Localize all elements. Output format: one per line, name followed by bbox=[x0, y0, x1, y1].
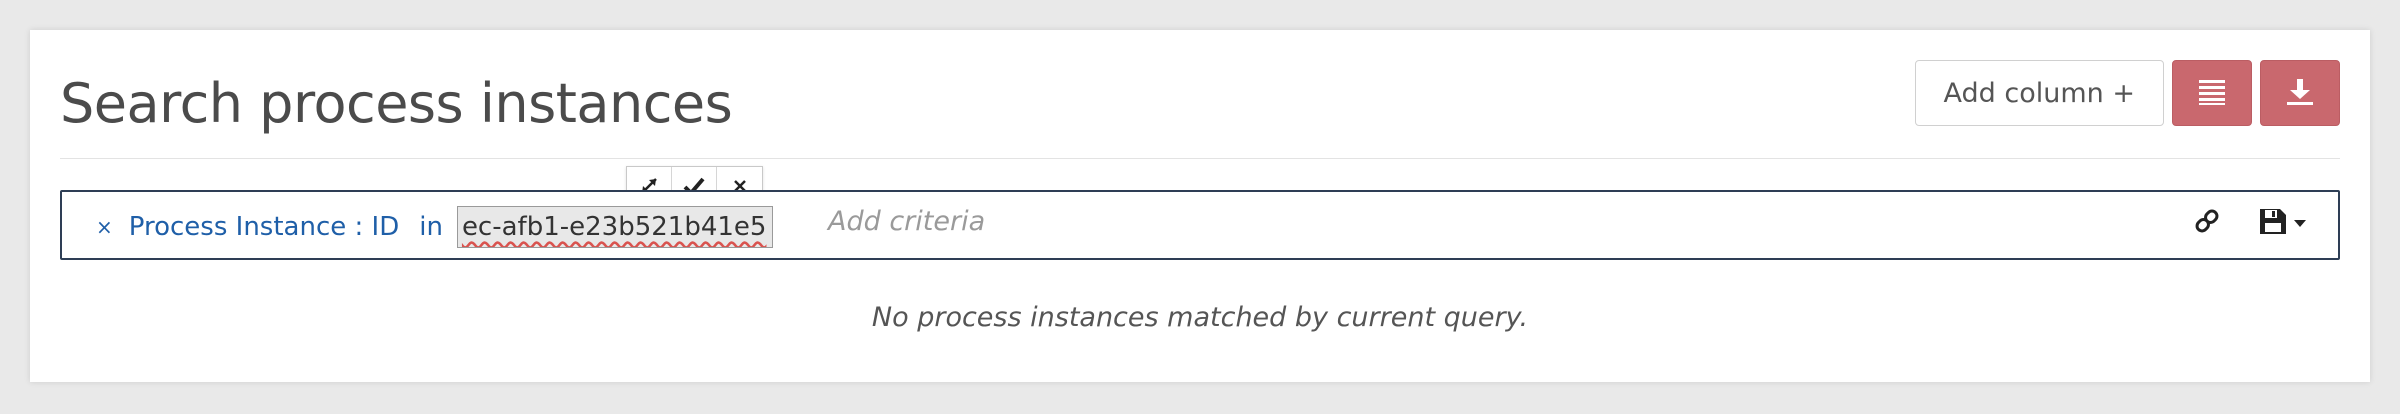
add-column-button[interactable]: Add column + bbox=[1914, 60, 2164, 126]
list-icon bbox=[2197, 77, 2227, 110]
page-title: Search process instances bbox=[60, 72, 733, 135]
search-bar-actions bbox=[2192, 206, 2310, 240]
remove-criterion-button[interactable]: × bbox=[96, 215, 113, 239]
save-icon[interactable] bbox=[2258, 206, 2310, 240]
search-bar: × Process Instance : ID in ec-afb1-e23b5… bbox=[60, 190, 2340, 260]
download-icon bbox=[2285, 77, 2315, 110]
header-divider bbox=[60, 158, 2340, 159]
criterion-operator[interactable]: in bbox=[419, 212, 443, 242]
search-criterion: × Process Instance : ID in ec-afb1-e23b5… bbox=[90, 206, 773, 248]
header-actions: Add column + bbox=[1914, 60, 2340, 126]
search-panel: Search process instances Add column + × … bbox=[30, 30, 2370, 382]
add-criteria-input[interactable]: Add criteria bbox=[828, 206, 985, 237]
criterion-value-input[interactable]: ec-afb1-e23b521b41e5 bbox=[456, 206, 773, 248]
criterion-key[interactable]: Process Instance : ID bbox=[129, 212, 399, 242]
link-icon[interactable] bbox=[2192, 206, 2222, 240]
download-button[interactable] bbox=[2260, 60, 2340, 126]
empty-results-message: No process instances matched by current … bbox=[871, 302, 1529, 333]
list-view-button[interactable] bbox=[2172, 60, 2252, 126]
